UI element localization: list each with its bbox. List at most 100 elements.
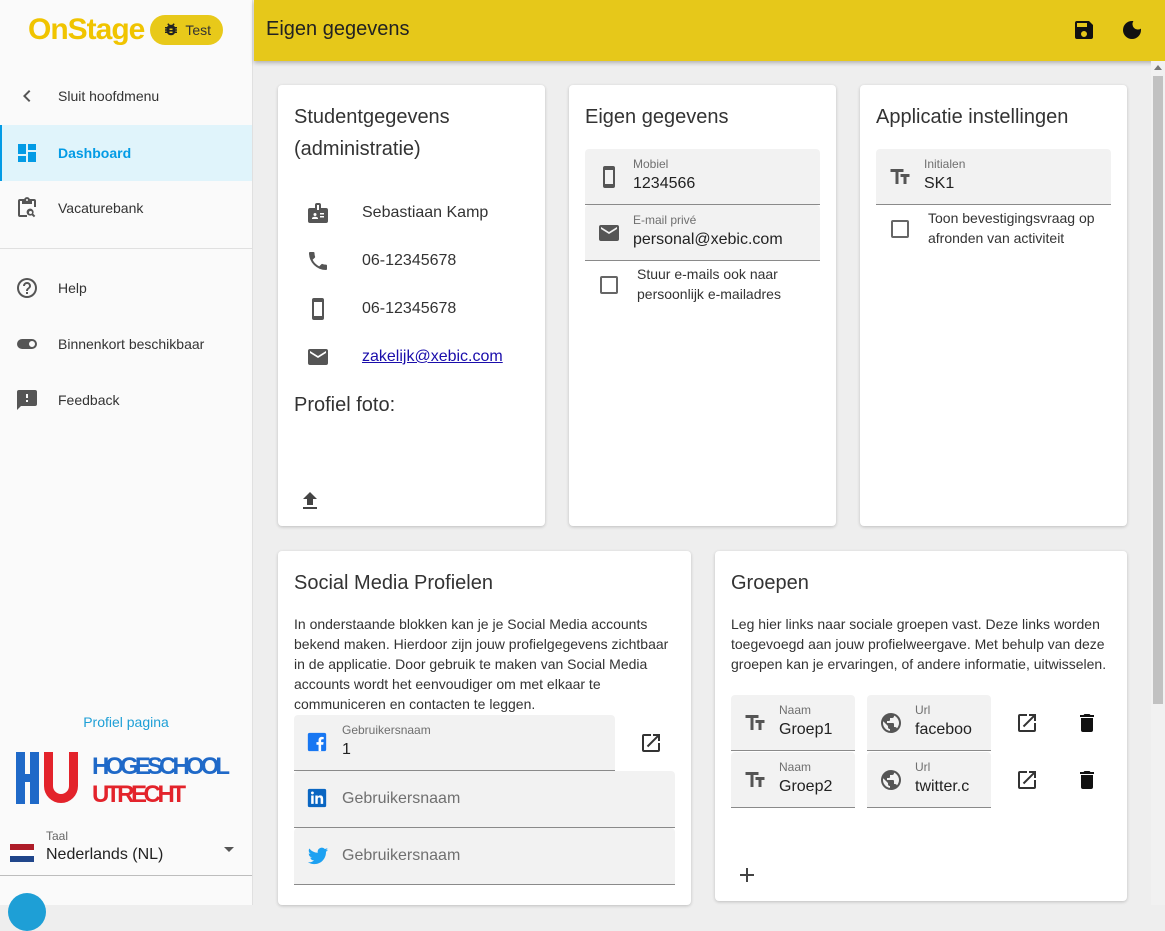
environment-badge: Test <box>150 15 224 45</box>
own-card-title: Eigen gegevens <box>585 106 729 128</box>
feedback-icon <box>14 387 40 413</box>
fab-button[interactable] <box>8 893 46 931</box>
group-name-field[interactable]: Naam Groep1 <box>731 695 855 751</box>
language-caption: Taal <box>46 829 69 843</box>
group-url-caption: Url <box>915 703 931 717</box>
upload-icon <box>303 492 317 509</box>
open-facebook-button[interactable] <box>637 729 665 757</box>
group-url-value: twitter.c <box>915 778 970 795</box>
contact-card-icon <box>308 203 328 223</box>
mobile-field-caption: Mobiel <box>633 157 669 171</box>
save-button[interactable] <box>1070 16 1098 44</box>
dropdown-arrow-icon <box>224 847 234 852</box>
sidebar-item-dashboard[interactable]: Dashboard <box>0 125 252 181</box>
student-email-link[interactable]: zakelijk@xebic.com <box>362 348 503 366</box>
dark-mode-button[interactable] <box>1118 16 1146 44</box>
initials-caption: Initialen <box>924 157 966 171</box>
sidebar-item-label: Dashboard <box>58 145 132 161</box>
open-in-new-icon <box>1018 771 1036 789</box>
delete-group-button[interactable] <box>1073 709 1101 737</box>
confirm-completion-checkbox[interactable] <box>891 220 909 238</box>
group-url-field[interactable]: Url faceboo <box>867 695 991 751</box>
groups-card: Groepen Leg hier links naar sociale groe… <box>715 551 1127 901</box>
profile-page-link[interactable]: Profiel pagina <box>0 714 252 730</box>
group-url-caption: Url <box>915 760 931 774</box>
open-in-new-icon <box>1018 714 1036 732</box>
text-fields-icon <box>745 772 765 787</box>
delete-icon <box>1080 771 1094 789</box>
sidebar-item-label: Binnenkort beschikbaar <box>58 336 205 352</box>
app-logo: OnStage <box>28 13 145 46</box>
text-fields-icon <box>745 715 765 730</box>
mobile-field-value: 1234566 <box>633 175 696 192</box>
send-personal-email-checkbox[interactable] <box>600 276 618 294</box>
private-email-value: personal@xebic.com <box>633 231 783 248</box>
scrollbar-thumb[interactable] <box>1153 76 1163 704</box>
social-card-title: Social Media Profielen <box>294 572 493 594</box>
sidebar-item-feedback[interactable]: Feedback <box>0 372 252 428</box>
facebook-username-field[interactable]: Gebruikersnaam 1 <box>294 715 615 771</box>
scroll-up-arrow-icon[interactable] <box>1153 63 1163 73</box>
upload-photo-button[interactable] <box>296 487 324 515</box>
app-settings-card: Applicatie instellingen Initialen SK1 To… <box>860 85 1127 526</box>
mobile-phone-icon <box>312 298 324 320</box>
group-name-field[interactable]: Naam Groep2 <box>731 752 855 808</box>
svg-text:UTRECHT: UTRECHT <box>92 781 186 808</box>
student-mobile: 06-12345678 <box>362 300 457 317</box>
open-group-link-button[interactable] <box>1013 709 1041 737</box>
groups-card-description: Leg hier links naar sociale groepen vast… <box>731 616 1107 672</box>
group-name-caption: Naam <box>779 703 812 717</box>
add-group-button[interactable] <box>733 861 761 889</box>
own-data-card: Eigen gegevens Mobiel 1234566 E-mail pri… <box>569 85 836 526</box>
mobile-phone-icon <box>603 166 615 188</box>
social-media-card: Social Media Profielen In onderstaande b… <box>278 551 691 905</box>
dark-mode-icon <box>1123 21 1141 39</box>
text-fields-icon <box>890 169 910 184</box>
twitter-icon <box>307 847 329 865</box>
globe-icon <box>881 770 901 790</box>
chevron-left-icon <box>14 83 40 109</box>
delete-icon <box>1080 714 1094 732</box>
groups-card-title: Groepen <box>731 572 809 594</box>
sidebar-item-label: Help <box>58 280 87 296</box>
twitter-username-field[interactable]: Gebruikersnaam <box>294 828 675 885</box>
group-name-value: Groep1 <box>779 721 833 738</box>
environment-badge-label: Test <box>185 22 212 38</box>
initials-value: SK1 <box>924 175 955 192</box>
group-url-field[interactable]: Url twitter.c <box>867 752 991 808</box>
twitter-placeholder: Gebruikersnaam <box>342 847 461 864</box>
top-app-bar: Eigen gegevens <box>254 0 1165 61</box>
globe-icon <box>881 713 901 733</box>
mobile-field[interactable]: Mobiel 1234566 <box>585 149 820 205</box>
student-card-title: Studentgegevens (administratie) <box>294 106 450 160</box>
phone-icon <box>309 252 327 270</box>
sidebar-item-label: Sluit hoofdmenu <box>58 88 160 104</box>
sidebar: OnStage Test Sluit hoofdmenu Dashboard V… <box>0 0 253 931</box>
sidebar-item-vacaturebank[interactable]: Vacaturebank <box>0 180 252 236</box>
social-card-description: In onderstaande blokken kan je je Social… <box>294 616 669 712</box>
private-email-field[interactable]: E-mail privé personal@xebic.com <box>585 205 820 261</box>
settings-card-title: Applicatie instellingen <box>876 106 1069 128</box>
linkedin-username-field[interactable]: Gebruikersnaam <box>294 771 675 828</box>
save-icon <box>1075 21 1093 39</box>
language-value: Nederlands (NL) <box>46 846 164 863</box>
group-name-caption: Naam <box>779 760 812 774</box>
delete-group-button[interactable] <box>1073 766 1101 794</box>
facebook-icon <box>307 732 327 752</box>
dashboard-icon <box>14 140 40 166</box>
email-icon <box>308 349 328 365</box>
sidebar-item-close-menu[interactable]: Sluit hoofdmenu <box>0 68 252 124</box>
sidebar-item-label: Vacaturebank <box>58 200 144 216</box>
send-personal-email-label: Stuur e-mails ook naar persoonlijk e-mai… <box>637 266 781 302</box>
sidebar-item-binnenkort[interactable]: Binnenkort beschikbaar <box>0 316 252 372</box>
sidebar-divider <box>0 248 252 249</box>
initials-field[interactable]: Initialen SK1 <box>876 149 1111 205</box>
group-name-value: Groep2 <box>779 778 833 795</box>
sidebar-item-help[interactable]: Help <box>0 260 252 316</box>
svg-text:HOGESCHOOL: HOGESCHOOL <box>92 753 230 780</box>
email-icon <box>599 225 619 241</box>
open-group-link-button[interactable] <box>1013 766 1041 794</box>
language-select[interactable]: Taal Nederlands (NL) <box>0 820 252 876</box>
school-logo: HOGESCHOOL UTRECHT <box>16 752 230 808</box>
confirm-completion-label: Toon bevestigingsvraag op afronden van a… <box>928 210 1095 246</box>
